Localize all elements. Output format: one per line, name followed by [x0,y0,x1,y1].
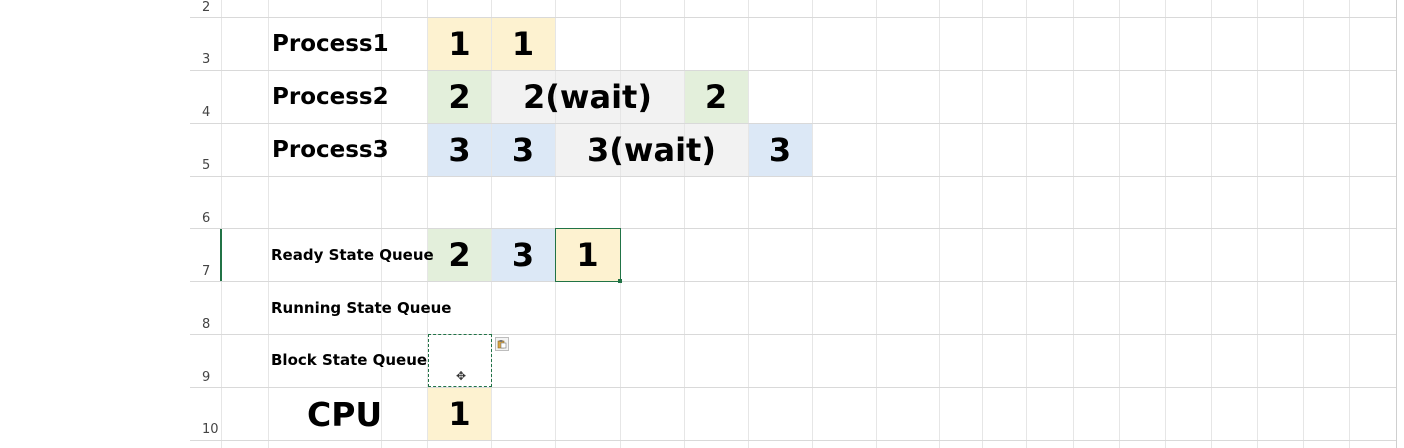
ready-queue-cell[interactable]: 2 [428,229,491,281]
row-line [190,176,1396,177]
ready-queue-cell[interactable]: 3 [491,229,555,281]
row-number-9[interactable]: 9 [190,370,221,385]
row-number-2[interactable]: 2 [190,0,221,15]
spreadsheet-grid[interactable]: 2 3 4 5 6 7 8 9 10 Process1 Process2 Pro… [0,0,1404,448]
column-line [1303,0,1304,448]
sheet-right-edge [1396,0,1397,448]
column-line [748,0,749,448]
paste-options-icon[interactable] [495,337,509,351]
process1-cell[interactable]: 1 [428,18,491,70]
process3-cell[interactable]: 3 [428,124,491,176]
column-line [381,0,382,448]
process2-label[interactable]: Process2 [272,86,389,109]
process3-cell[interactable]: 3 [491,124,555,176]
row-line [190,334,1396,335]
process3-wait-cell[interactable]: 3(wait) [555,124,748,176]
process1-label[interactable]: Process1 [272,33,389,56]
process3-label[interactable]: Process3 [272,139,389,162]
fill-handle[interactable] [618,279,622,283]
process2-cell[interactable]: 2 [684,71,748,123]
column-line [812,0,813,448]
column-line [1211,0,1212,448]
column-line [1349,0,1350,448]
row-number-10[interactable]: 10 [190,422,221,437]
column-line [1026,0,1027,448]
row-line [190,17,1396,18]
column-line [1165,0,1166,448]
cpu-cell[interactable]: 1 [428,388,491,440]
row-line [190,228,1396,229]
column-line [684,0,685,448]
running-queue-label[interactable]: Running State Queue [271,301,451,316]
move-cursor-icon: ✥ [456,369,467,383]
column-line [982,0,983,448]
left-margin [0,0,190,448]
ready-queue-label[interactable]: Ready State Queue [271,248,434,263]
row-number-5[interactable]: 5 [190,158,221,173]
column-line [221,0,222,448]
row-number-3[interactable]: 3 [190,52,221,67]
active-row-marker [220,229,222,281]
row-number-7[interactable]: 7 [190,264,221,279]
row-number-4[interactable]: 4 [190,105,221,120]
block-queue-label[interactable]: Block State Queue [271,353,427,368]
clipboard-icon [497,340,507,349]
column-line [555,0,556,448]
process1-cell[interactable]: 1 [491,18,555,70]
column-line [939,0,940,448]
column-line [1119,0,1120,448]
row-line [190,387,1396,388]
column-line [876,0,877,448]
process2-cell[interactable]: 2 [428,71,491,123]
row-number-8[interactable]: 8 [190,317,221,332]
column-line [268,0,269,448]
process3-cell[interactable]: 3 [748,124,812,176]
column-line [1073,0,1074,448]
row-number-6[interactable]: 6 [190,211,221,226]
active-cell-selection[interactable] [555,228,621,282]
row-line [190,70,1396,71]
row-line [190,281,1396,282]
column-line [1257,0,1258,448]
process2-wait-cell[interactable]: 2(wait) [491,71,684,123]
cpu-label[interactable]: CPU [307,398,382,431]
column-line [620,0,621,448]
row-line [190,440,1396,441]
